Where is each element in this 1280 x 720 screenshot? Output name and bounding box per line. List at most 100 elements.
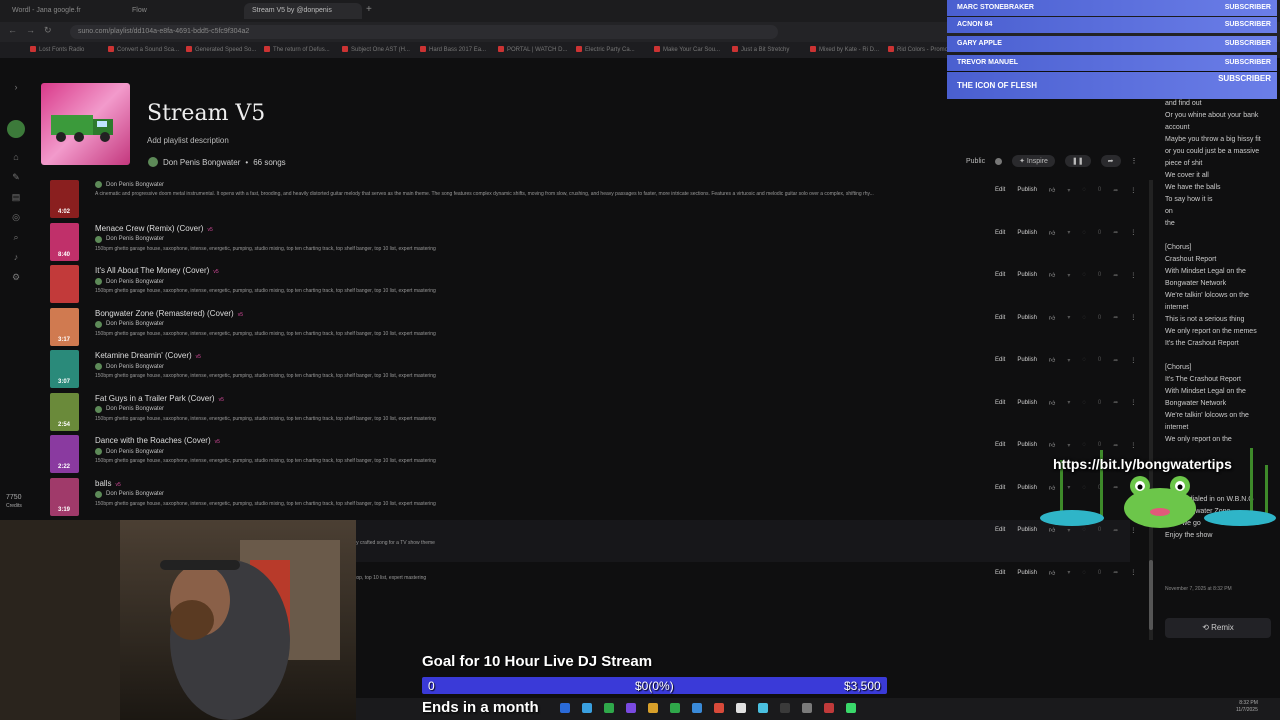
more-options-icon[interactable]: ⋮ <box>1130 357 1136 364</box>
song-title-text[interactable]: It's All About The Money (Cover) <box>95 266 209 275</box>
menu-chevron-icon[interactable]: › <box>10 82 22 94</box>
user-avatar[interactable] <box>7 120 25 138</box>
more-options-icon[interactable]: ⋮ <box>1130 399 1136 406</box>
edit-button[interactable]: Edit <box>995 357 1005 363</box>
artist-name[interactable]: Don Penis Bongwater <box>106 236 164 242</box>
comment-icon[interactable]: ◌ <box>1082 357 1086 363</box>
settings-icon[interactable]: ⚙ <box>10 272 22 284</box>
more-options-icon[interactable]: ⋮ <box>1131 157 1138 165</box>
create-icon[interactable]: ✎ <box>10 172 22 184</box>
publish-button[interactable]: Publish <box>1017 272 1037 278</box>
share-icon[interactable]: ➦ <box>1113 314 1118 321</box>
song-row[interactable]: It's All About The Money (Cover) v5 Don Pe… <box>50 265 1136 307</box>
edit-button[interactable]: Edit <box>995 230 1005 236</box>
scrollbar-thumb[interactable] <box>1149 560 1153 630</box>
comment-icon[interactable]: ◌ <box>1082 400 1086 406</box>
share-icon[interactable]: ➦ <box>1113 399 1118 406</box>
publish-button[interactable]: Publish <box>1017 357 1037 363</box>
edit-button[interactable]: Edit <box>995 485 1005 491</box>
song-title[interactable]: Bongwater Zone (Remastered) (Cover) v5 <box>95 309 243 318</box>
taskbar-app-icon[interactable] <box>582 703 592 713</box>
explore-icon[interactable]: ◎ <box>10 212 22 224</box>
like-icon[interactable]: 👍︎ <box>1049 271 1055 279</box>
bookmark-item[interactable]: Convert a Sound Sca... <box>108 43 179 57</box>
artist-name[interactable]: Don Penis Bongwater <box>106 321 164 327</box>
share-icon[interactable]: ➦ <box>1113 569 1118 576</box>
bookmark-item[interactable]: Mixed by Kate - Ri D... <box>810 43 879 57</box>
taskbar-app-icon[interactable] <box>670 703 680 713</box>
like-icon[interactable]: 👍︎ <box>1049 356 1055 364</box>
edit-button[interactable]: Edit <box>995 272 1005 278</box>
song-row[interactable]: 8:40 Menace Crew (Remix) (Cover) v5 Don Pen… <box>50 222 1136 265</box>
bookmark-item[interactable]: Rid Colors - Promo... <box>888 43 953 57</box>
taskbar-app-icon[interactable] <box>736 703 746 713</box>
comment-icon[interactable]: ◌ <box>1082 187 1086 193</box>
like-icon[interactable]: 👍︎ <box>1049 399 1055 407</box>
dislike-icon[interactable]: ▾ <box>1067 399 1070 406</box>
taskbar-app-icon[interactable] <box>692 703 702 713</box>
taskbar-app-icon[interactable] <box>560 703 570 713</box>
share-icon[interactable]: ➦ <box>1113 357 1118 364</box>
artist-name[interactable]: Don Penis Bongwater <box>106 279 164 285</box>
more-options-icon[interactable]: ⋮ <box>1130 272 1136 279</box>
bookmark-item[interactable]: Generated Speed So... <box>186 43 256 57</box>
song-title[interactable]: Ketamine Dreamin' (Cover) v5 <box>95 351 201 360</box>
pause-button[interactable]: ❚❚ <box>1064 155 1091 167</box>
taskbar-app-icon[interactable] <box>648 703 658 713</box>
comment-icon[interactable]: ◌ <box>1082 570 1086 576</box>
taskbar-app-icon[interactable] <box>780 703 790 713</box>
share-icon[interactable]: ➦ <box>1113 272 1118 279</box>
publish-button[interactable]: Publish <box>1017 400 1037 406</box>
more-options-icon[interactable]: ⋮ <box>1130 569 1136 576</box>
artist-name[interactable]: Don Penis Bongwater <box>106 364 164 370</box>
publish-button[interactable]: Publish <box>1017 230 1037 236</box>
reload-icon[interactable]: ↻ <box>44 25 52 36</box>
dislike-icon[interactable]: ▾ <box>1067 229 1070 236</box>
song-artist[interactable]: Don Penis Bongwater <box>95 235 164 243</box>
edit-button[interactable]: Edit <box>995 442 1005 448</box>
song-artist[interactable]: Don Penis Bongwater <box>95 363 164 370</box>
taskbar-app-icon[interactable] <box>824 703 834 713</box>
dislike-icon[interactable]: ▾ <box>1067 357 1070 364</box>
song-title-text[interactable]: Ketamine Dreamin' (Cover) <box>95 351 192 360</box>
publish-button[interactable]: Publish <box>1017 485 1037 491</box>
publish-button[interactable]: Publish <box>1017 315 1037 321</box>
edit-button[interactable]: Edit <box>995 527 1005 533</box>
visibility-toggle[interactable] <box>995 157 1003 165</box>
song-artist[interactable]: Don Penis Bongwater <box>95 490 164 498</box>
bookmark-item[interactable]: The return of Defus... <box>264 43 330 57</box>
taskbar-app-icon[interactable] <box>604 703 614 713</box>
taskbar-app-icon[interactable] <box>626 703 636 713</box>
playlist-owner[interactable]: Don Penis Bongwater • 66 songs <box>148 157 286 167</box>
url-field[interactable]: suno.com/playlist/dd104a-e8fa-4691-bdd5-… <box>70 25 778 39</box>
song-title-text[interactable]: balls <box>95 479 111 488</box>
browser-tab-active[interactable]: Stream V5 by @donpenis <box>244 3 362 19</box>
artist-name[interactable]: Don Penis Bongwater <box>106 182 164 188</box>
taskbar-app-icon[interactable] <box>758 703 768 713</box>
song-title-text[interactable]: Bongwater Zone (Remastered) (Cover) <box>95 309 234 318</box>
song-artist[interactable]: Don Penis Bongwater <box>95 320 164 328</box>
song-title[interactable]: Fat Guys in a Trailer Park (Cover) v5 <box>95 394 224 403</box>
bookmark-item[interactable]: PORTAL | WATCH D... <box>498 43 567 57</box>
bookmark-item[interactable]: Subject One AST (H... <box>342 43 410 57</box>
song-title[interactable]: Dance with the Roaches (Cover) v5 <box>95 436 220 445</box>
like-icon[interactable]: 👍︎ <box>1049 186 1055 194</box>
share-icon[interactable]: ➦ <box>1100 155 1121 167</box>
like-icon[interactable]: 👍︎ <box>1049 229 1055 237</box>
comment-icon[interactable]: ◌ <box>1082 230 1086 236</box>
like-icon[interactable]: 👍︎ <box>1049 569 1055 577</box>
inspire-button[interactable]: ✦ Inspire <box>1012 155 1055 167</box>
song-title-text[interactable]: Dance with the Roaches (Cover) <box>95 436 211 445</box>
taskbar-app-icon[interactable] <box>714 703 724 713</box>
bookmark-item[interactable]: Hard Bass 2017 Ea... <box>420 43 486 57</box>
browser-tab[interactable]: Flow <box>124 3 242 19</box>
comment-icon[interactable]: ◌ <box>1082 315 1086 321</box>
song-row[interactable]: 4:02 Don Penis Bongwater A cinematic and p… <box>50 180 1136 222</box>
taskbar-app-icon[interactable] <box>802 703 812 713</box>
more-options-icon[interactable]: ⋮ <box>1130 314 1136 321</box>
forward-icon[interactable]: → <box>26 25 35 35</box>
bookmark-item[interactable]: Make Your Car Sou... <box>654 43 720 57</box>
song-row[interactable]: 3:17 Bongwater Zone (Remastered) (Cover) v… <box>50 307 1136 350</box>
edit-button[interactable]: Edit <box>995 315 1005 321</box>
comment-icon[interactable]: ◌ <box>1082 272 1086 278</box>
